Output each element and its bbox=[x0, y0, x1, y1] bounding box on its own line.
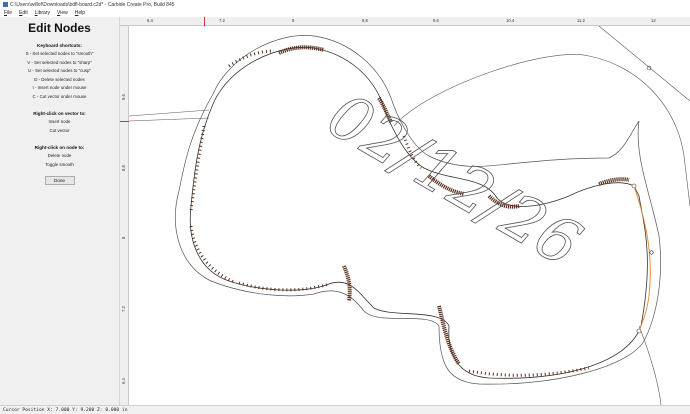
ruler-left-label: 8.8 bbox=[121, 165, 126, 171]
node-actions-title: Right-click on node to: bbox=[34, 145, 85, 150]
vector-actions-title: Right-click on vector to: bbox=[33, 111, 86, 116]
ruler-top-label: 12 bbox=[651, 18, 656, 23]
ruler-top-label: 9.6 bbox=[433, 18, 439, 23]
outer-contour[interactable] bbox=[174, 35, 661, 385]
app-window: C:\Users\willof\Downloads\bdfl-board.c2d… bbox=[0, 0, 690, 414]
vector-action-cut-vector: Cut vector bbox=[49, 127, 70, 133]
node-action-toggle-smooth: Toggle smooth bbox=[45, 161, 74, 167]
selected-node[interactable] bbox=[636, 328, 642, 334]
cursor-position: Cursor Position X: 7.000 Y: 9.200 Z: 0.0… bbox=[3, 407, 128, 413]
ruler-top-label: 6.4 bbox=[147, 18, 153, 23]
done-button[interactable]: Done bbox=[44, 176, 75, 185]
horizontal-ruler: 6.4 7.2 8 8.8 9.6 10.4 11.2 12 bbox=[120, 17, 690, 26]
selected-node[interactable] bbox=[631, 183, 637, 189]
shortcut-cut: C - Cut vector under mouse bbox=[32, 93, 87, 99]
control-point[interactable] bbox=[648, 249, 655, 256]
node-action-delete: Delete node bbox=[47, 153, 72, 158]
shortcut-sharp: V - Set selected nodes to "sharp" bbox=[27, 59, 92, 65]
menu-file[interactable]: File bbox=[4, 10, 12, 16]
menu-edit[interactable]: Edit bbox=[19, 10, 28, 16]
ruler-left-label: 7.2 bbox=[121, 306, 126, 312]
panel-title: Edit Nodes bbox=[28, 21, 91, 35]
ruler-cursor-marker bbox=[204, 17, 205, 26]
ruler-top-label: 10.4 bbox=[506, 18, 515, 23]
ruler-top-label: 8.8 bbox=[362, 18, 368, 23]
app-icon bbox=[3, 2, 8, 7]
design-canvas[interactable]: 6.4 7.2 8 8.8 9.6 10.4 11.2 12 9.6 8.8 8… bbox=[120, 17, 690, 405]
menu-view[interactable]: View bbox=[57, 10, 68, 16]
shortcut-insert: I - Insert node under mouse bbox=[32, 85, 87, 90]
shortcut-smooth: S - Set selected nodes to "smooth" bbox=[25, 51, 94, 56]
ruler-left-label: 6.4 bbox=[121, 378, 126, 384]
edit-nodes-panel: Edit Nodes Keyboard shortcuts: S - Set s… bbox=[0, 17, 120, 405]
ruler-top-label: 7.2 bbox=[219, 18, 225, 23]
ruler-top-label: 8 bbox=[292, 18, 295, 23]
shortcut-cusp: U - Set selected nodes to "cusp" bbox=[28, 68, 91, 73]
shortcut-delete: D - Delete selected nodes bbox=[34, 76, 85, 82]
guide-line bbox=[129, 109, 210, 117]
selected-segment[interactable] bbox=[633, 185, 651, 332]
guide-line bbox=[638, 325, 662, 405]
engraved-date-text[interactable]: 02/12/26 bbox=[316, 78, 594, 281]
ruler-cursor-marker bbox=[120, 121, 129, 122]
guide-line bbox=[129, 117, 210, 122]
title-bar: C:\Users\willof\Downloads\bdfl-board.c2d… bbox=[0, 0, 690, 9]
menu-library[interactable]: Library bbox=[35, 10, 50, 16]
menu-help[interactable]: Help bbox=[75, 10, 85, 16]
menu-bar: File Edit Library View Help bbox=[0, 9, 690, 17]
window-title: C:\Users\willof\Downloads\bdfl-board.c2d… bbox=[10, 1, 175, 8]
vector-action-insert-node: Insert node bbox=[48, 119, 71, 124]
vector-drawing[interactable]: 02/12/26 bbox=[129, 26, 690, 405]
keyboard-shortcuts-title: Keyboard shortcuts: bbox=[37, 43, 82, 48]
vertical-ruler: 9.6 8.8 8 7.2 6.4 bbox=[120, 26, 129, 405]
status-bar: Cursor Position X: 7.000 Y: 9.200 Z: 0.0… bbox=[0, 405, 690, 414]
ruler-left-label: 9.6 bbox=[121, 94, 126, 100]
ruler-left-label: 8 bbox=[121, 236, 126, 239]
ruler-top-label: 11.2 bbox=[577, 18, 585, 23]
